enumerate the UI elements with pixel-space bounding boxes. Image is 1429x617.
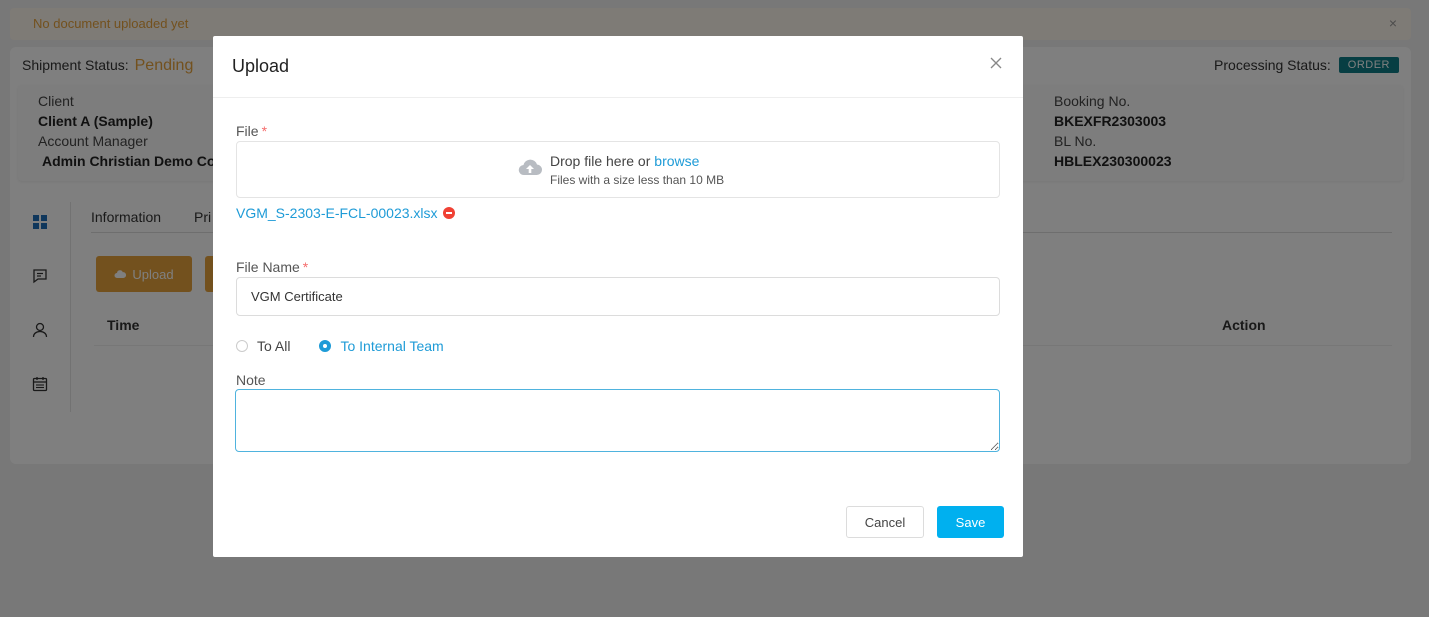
file-label-text: File: [236, 123, 259, 139]
browse-link[interactable]: browse: [654, 153, 699, 169]
radio-to-internal-team-dot[interactable]: [319, 340, 332, 352]
audience-radio-group: To All To Internal Team: [236, 338, 473, 354]
filename-label-text: File Name: [236, 259, 300, 275]
save-button[interactable]: Save: [937, 506, 1004, 538]
upload-modal: Upload File * Drop file here or browse Fi…: [213, 36, 1023, 557]
radio-to-all[interactable]: To All: [236, 338, 290, 354]
cancel-button[interactable]: Cancel: [846, 506, 924, 538]
dropzone-instruction: Drop file here or: [550, 153, 651, 169]
note-label: Note: [236, 372, 266, 388]
remove-file-icon[interactable]: [442, 207, 455, 219]
uploaded-file: VGM_S-2303-E-FCL-00023.xlsx: [236, 205, 455, 221]
uploaded-file-link[interactable]: VGM_S-2303-E-FCL-00023.xlsx: [236, 205, 438, 221]
radio-to-internal-team[interactable]: To Internal Team: [319, 338, 444, 354]
file-dropzone[interactable]: Drop file here or browse Files with a si…: [236, 141, 1000, 198]
radio-to-internal-team-label[interactable]: To Internal Team: [340, 338, 443, 354]
close-icon[interactable]: [989, 56, 1003, 70]
file-label: File *: [236, 123, 267, 139]
radio-to-all-dot[interactable]: [236, 340, 248, 352]
filename-input[interactable]: [236, 277, 1000, 316]
radio-to-all-label[interactable]: To All: [257, 338, 290, 354]
cloud-upload-icon: [518, 159, 542, 176]
required-mark: *: [302, 259, 309, 275]
filename-label: File Name *: [236, 259, 308, 275]
note-textarea[interactable]: [235, 389, 1000, 452]
dropzone-hint: Files with a size less than 10 MB: [550, 173, 725, 187]
required-mark: *: [261, 123, 268, 139]
dropzone-text: Drop file here or browse: [550, 153, 699, 169]
modal-header: Upload: [213, 36, 1023, 98]
modal-title: Upload: [232, 56, 290, 76]
